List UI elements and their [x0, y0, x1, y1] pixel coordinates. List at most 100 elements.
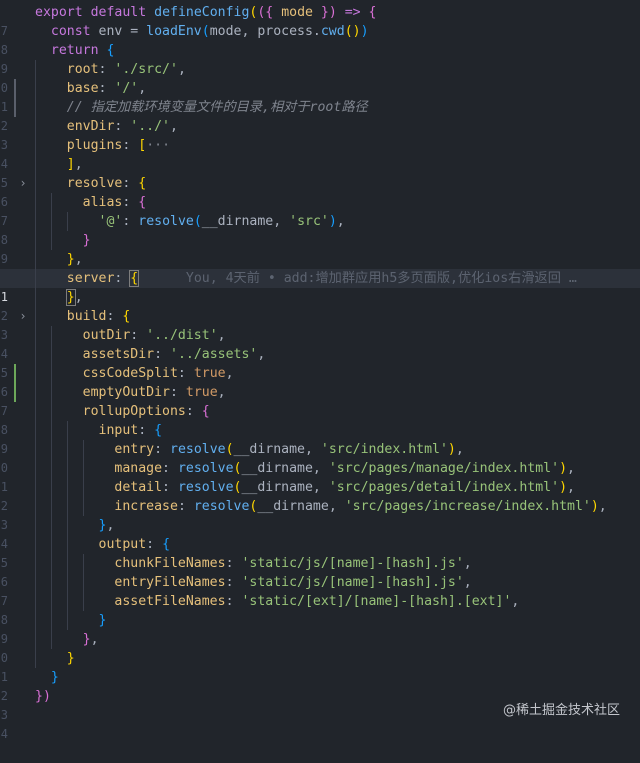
- paren: (: [225, 442, 234, 457]
- code-line[interactable]: 3 envDir: '../',: [0, 117, 640, 152]
- brace: }): [35, 689, 51, 704]
- code-line[interactable]: 8 '@': resolve(__dirname, 'src'),: [0, 212, 640, 247]
- brace: }: [66, 651, 75, 666]
- comma: ,: [463, 556, 472, 571]
- code-text: resolve: {: [35, 174, 146, 193]
- code-text: chunkFileNames: 'static/js/[name]-[hash]…: [35, 554, 472, 573]
- comma: ,: [74, 157, 83, 172]
- property-key: root: [66, 62, 99, 77]
- brace: {: [154, 423, 163, 438]
- code-text: base: '/',: [35, 79, 146, 98]
- code-line[interactable]: 0 },: [0, 250, 640, 285]
- brace: }: [50, 670, 59, 685]
- code-line-current[interactable]: 1 › server: { You, 4天前 • add:增加群应用h5多页面版…: [0, 269, 640, 323]
- colon: :: [98, 62, 115, 77]
- param: mode: [273, 5, 321, 20]
- colon: :: [225, 556, 242, 571]
- colon: :: [146, 537, 163, 552]
- code-line[interactable]: 3 build: {: [0, 307, 640, 342]
- keyword: const: [50, 24, 91, 39]
- function-name: resolve: [177, 461, 234, 476]
- code-line[interactable]: 5 ],: [0, 155, 640, 190]
- code-line[interactable]: 7 entryFileNames: 'static/js/[name]-[has…: [0, 573, 640, 608]
- code-line[interactable]: 1 manage: resolve(__dirname, 'src/pages/…: [0, 459, 640, 494]
- brace: {: [201, 404, 210, 419]
- code-line[interactable]: 2 },: [0, 288, 640, 323]
- code-line[interactable]: 9 }: [0, 611, 640, 646]
- identifier: env =: [90, 24, 147, 39]
- property-key: assetsDir: [82, 347, 155, 362]
- function-name: resolve: [193, 499, 250, 514]
- argument: __dirname,: [241, 480, 329, 495]
- code-line[interactable]: 5 assetsDir: '../assets',: [0, 345, 640, 380]
- folded-ellipsis[interactable]: ···: [146, 138, 170, 153]
- boolean-value: true: [185, 385, 218, 400]
- code-line[interactable]: 3 increase: resolve(__dirname, 'src/page…: [0, 497, 640, 532]
- brace: }: [98, 613, 107, 628]
- code-text: manage: resolve(__dirname, 'src/pages/ma…: [35, 459, 575, 478]
- code-line[interactable]: 6 resolve: {: [0, 174, 640, 209]
- git-blame-annotation[interactable]: You, 4天前 • add:增加群应用h5多页面版,优化ios右滑返回 …: [186, 271, 577, 286]
- string-value: 'src/index.html': [320, 442, 448, 457]
- argument: __dirname,: [201, 214, 290, 229]
- colon: :: [98, 81, 115, 96]
- colon: :: [154, 442, 170, 457]
- code-text: }: [35, 611, 107, 630]
- code-line[interactable]: 4 outDir: '../dist',: [0, 326, 640, 361]
- code-line[interactable]: 9 return {: [0, 41, 640, 76]
- code-line[interactable]: 9 }: [0, 231, 640, 266]
- code-line[interactable]: 0 root: './src/',: [0, 60, 640, 95]
- code-line[interactable]: 2 // 指定加载环境变量文件的目录,相对于root路径: [0, 98, 640, 133]
- code-line[interactable]: 0 },: [0, 630, 640, 665]
- arrow: =>: [336, 5, 369, 20]
- code-text: entry: resolve(__dirname, 'src/index.htm…: [35, 440, 463, 459]
- property-key: emptyOutDir: [82, 385, 170, 400]
- colon: :: [138, 423, 155, 438]
- code-text: server: { You, 4天前 • add:增加群应用h5多页面版,优化i…: [35, 269, 577, 288]
- comma: ,: [106, 518, 115, 533]
- property-key: increase: [114, 499, 178, 514]
- code-text: outDir: '../dist',: [35, 326, 226, 345]
- code-line[interactable]: 1 base: '/',: [0, 79, 640, 114]
- code-text: // 指定加载环境变量文件的目录,相对于root路径: [35, 98, 368, 117]
- string-value: './src/': [114, 62, 178, 77]
- code-editor[interactable]: 7 export default defineConfig(({ mode })…: [0, 3, 640, 741]
- code-line[interactable]: 6 cssCodeSplit: true,: [0, 364, 640, 399]
- paren: ({: [257, 5, 274, 20]
- code-text: increase: resolve(__dirname, 'src/pages/…: [35, 497, 606, 516]
- colon: :: [225, 594, 242, 609]
- code-line[interactable]: 8 assetFileNames: 'static/[ext]/[name]-[…: [0, 592, 640, 627]
- code-line[interactable]: 0 entry: resolve(__dirname, 'src/index.h…: [0, 440, 640, 475]
- code-line[interactable]: 7 export default defineConfig(({ mode })…: [0, 3, 640, 38]
- code-line[interactable]: 6 chunkFileNames: 'static/js/[name]-[has…: [0, 554, 640, 589]
- property-key: plugins: [66, 138, 123, 153]
- function-name: cwd: [320, 24, 345, 39]
- code-text: }: [35, 649, 75, 668]
- code-line[interactable]: 4 },: [0, 516, 640, 551]
- paren: ): [559, 461, 568, 476]
- property-key: assetFileNames: [114, 594, 226, 609]
- code-line[interactable]: 2 }: [0, 668, 640, 703]
- code-text: ],: [35, 155, 83, 174]
- code-text: }): [35, 687, 51, 706]
- code-line[interactable]: 1 }: [0, 649, 640, 684]
- code-line[interactable]: 2 detail: resolve(__dirname, 'src/pages/…: [0, 478, 640, 513]
- code-line[interactable]: 8 const env = loadEnv(mode, process.cwd(…: [0, 22, 640, 57]
- code-line[interactable]: 9 input: {: [0, 421, 640, 456]
- string-value: 'src/pages/detail/index.html': [328, 480, 560, 495]
- keyword: return: [50, 43, 99, 58]
- code-line[interactable]: 5 output: {: [0, 535, 640, 570]
- code-line[interactable]: 8 rollupOptions: {: [0, 402, 640, 437]
- code-text: },: [35, 630, 99, 649]
- brace: {: [162, 537, 171, 552]
- paren: ): [559, 480, 568, 495]
- code-line[interactable]: 7 emptyOutDir: true,: [0, 383, 640, 418]
- colon: :: [106, 309, 123, 324]
- code-line[interactable]: 4 › plugins: [···: [0, 136, 640, 190]
- code-text: },: [35, 516, 115, 535]
- comma: ,: [74, 290, 83, 305]
- brace-match: {: [129, 270, 140, 287]
- string-value: '../dist': [146, 328, 218, 343]
- code-text: return {: [35, 41, 115, 60]
- code-line[interactable]: 7 alias: {: [0, 193, 640, 228]
